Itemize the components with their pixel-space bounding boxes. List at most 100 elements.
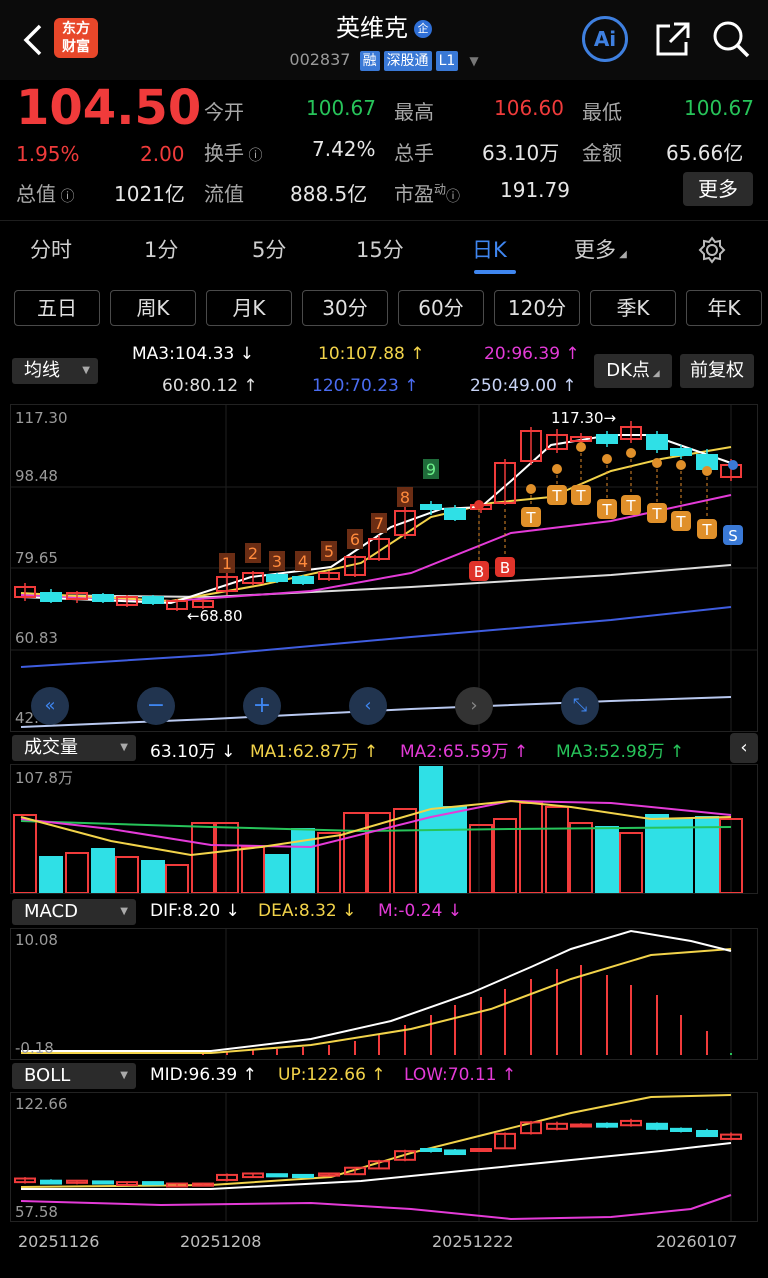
boll-candle-body — [696, 1130, 718, 1138]
ma20-value: 20:96.39 ↑ — [484, 344, 580, 364]
boll-candle-body — [420, 1148, 442, 1152]
boll-candle-body — [470, 1148, 492, 1152]
low-label: 最低 — [582, 100, 622, 124]
more-button[interactable]: 更多 — [683, 172, 753, 206]
period-120min[interactable]: 120分 — [494, 290, 580, 326]
volume-ma3: MA3:52.98万 ↑ — [556, 742, 685, 762]
t-marker-label: T — [525, 509, 536, 527]
volume-bar — [13, 814, 37, 893]
share-icon[interactable] — [652, 20, 692, 60]
kline-panel[interactable]: 123456789TTTTTTTTBBS 117.30 98.48 79.65 … — [10, 404, 758, 732]
gear-icon[interactable] — [698, 236, 726, 264]
adjust-button[interactable]: 前复权 — [680, 354, 754, 388]
enterprise-badge: 企 — [414, 20, 432, 38]
volume-bar — [141, 860, 165, 893]
minus-icon[interactable]: − — [137, 687, 175, 725]
volume-bar — [191, 822, 215, 893]
boll-candle-body — [92, 1180, 114, 1185]
tab-daily-k[interactable]: 日K — [472, 234, 507, 264]
t-marker-label: T — [675, 513, 686, 531]
turnover-label: 换手 ⓘ — [204, 141, 263, 165]
kline-y-tick-4: 60.83 — [15, 629, 58, 647]
ma3-value: MA3:104.33 ↓ — [132, 344, 254, 364]
td-number: 4 — [298, 552, 308, 571]
candle-body — [92, 594, 114, 602]
buy-signal-label: B — [474, 563, 484, 581]
volume-bar — [65, 852, 89, 893]
tab-more[interactable]: 更多 ◢ — [574, 234, 627, 264]
amount-label: 金额 — [582, 141, 622, 165]
boll-panel: 122.66 57.58 — [10, 1092, 758, 1222]
ma-selector[interactable]: 均线 ▼ — [12, 358, 98, 384]
zoom-out-far-icon[interactable]: « — [31, 687, 69, 725]
volume-bar — [215, 822, 239, 893]
candle-body — [646, 434, 668, 450]
period-yearly[interactable]: 年K — [686, 290, 762, 326]
sell-signal-label: S — [728, 527, 738, 545]
top-bar: 东方 财富 英维克企 002837 融深股通 L1 ▼ Ai — [0, 0, 768, 80]
macd-dea: DEA:8.32 ↓ — [258, 901, 357, 921]
td-number: 1 — [222, 554, 232, 573]
macd-chart — [21, 929, 732, 1059]
low-value: 100.67 — [684, 96, 754, 120]
fullscreen-icon[interactable]: ⤡ — [561, 687, 599, 725]
candle-body — [670, 448, 692, 456]
volume-bar — [265, 854, 289, 893]
macd-m: M:-0.24 ↓ — [378, 901, 463, 921]
period-weekly[interactable]: 周K — [110, 290, 196, 326]
dk-dot — [602, 454, 612, 464]
period-30min[interactable]: 30分 — [302, 290, 388, 326]
float-cap-label: 流值 — [204, 182, 244, 206]
volume-y-top: 107.8万 — [15, 769, 73, 787]
period-quarterly[interactable]: 季K — [590, 290, 676, 326]
tab-1min[interactable]: 1分 — [144, 234, 178, 264]
pe-label: 市盈动ⓘ — [394, 182, 461, 206]
macd-selector[interactable]: MACD ▼ — [12, 899, 136, 925]
dk-point-button[interactable]: DK点 ◢ — [594, 354, 672, 388]
boll-candle-body — [596, 1122, 618, 1128]
left-arrow-icon[interactable]: ‹ — [349, 687, 387, 725]
search-icon[interactable] — [710, 18, 752, 60]
volume-bar — [39, 856, 63, 893]
period-monthly[interactable]: 月K — [206, 290, 292, 326]
kline-chart: 12 3 456789TT TT T T T TB BS — [11, 405, 757, 731]
ma60-line — [20, 564, 732, 599]
x-date-4: 20260107 — [656, 1232, 738, 1251]
t-marker-label: T — [601, 501, 612, 519]
plus-icon[interactable]: + — [243, 687, 281, 725]
ma60-value: 60:80.12 ↑ — [162, 376, 258, 396]
volume-selector[interactable]: 成交量 ▼ — [12, 735, 136, 761]
right-arrow-icon[interactable]: › — [455, 687, 493, 725]
dk-dot — [728, 460, 738, 470]
level-tag: L1 — [435, 51, 459, 71]
stock-code: 002837 — [289, 50, 351, 69]
volume-bar — [443, 806, 467, 893]
buy-signal-label: B — [500, 559, 510, 577]
active-tab-indicator — [474, 270, 516, 274]
dk-dot — [474, 500, 484, 510]
tab-5min[interactable]: 5分 — [252, 234, 286, 264]
volume-chart — [13, 765, 743, 893]
boll-selector[interactable]: BOLL ▼ — [12, 1063, 136, 1089]
macd-y-top: 10.08 — [15, 931, 58, 949]
dk-dot — [676, 460, 686, 470]
chevron-down-icon[interactable]: ▼ — [469, 54, 478, 68]
collapse-icon[interactable]: ‹ — [730, 733, 758, 763]
x-date-1: 20251126 — [18, 1232, 100, 1251]
dk-dot — [552, 464, 562, 474]
period-60min[interactable]: 60分 — [398, 290, 484, 326]
tab-intraday[interactable]: 分时 — [30, 234, 72, 264]
volume-bar — [469, 824, 493, 893]
open-value: 100.67 — [306, 96, 376, 120]
td-number: 5 — [324, 542, 334, 561]
ai-button[interactable]: Ai — [582, 16, 628, 62]
volume-ma1: MA1:62.87万 ↑ — [250, 742, 379, 762]
period-5day[interactable]: 五日 — [14, 290, 100, 326]
volume-bar — [595, 826, 619, 893]
tab-15min[interactable]: 15分 — [356, 234, 404, 264]
high-marker: 117.30→ — [551, 409, 617, 427]
boll-low: LOW:70.11 ↑ — [404, 1065, 517, 1085]
t-marker-label: T — [701, 521, 712, 539]
market-cap-label: 总值 ⓘ — [16, 182, 75, 206]
macd-dif-line — [21, 929, 732, 1052]
